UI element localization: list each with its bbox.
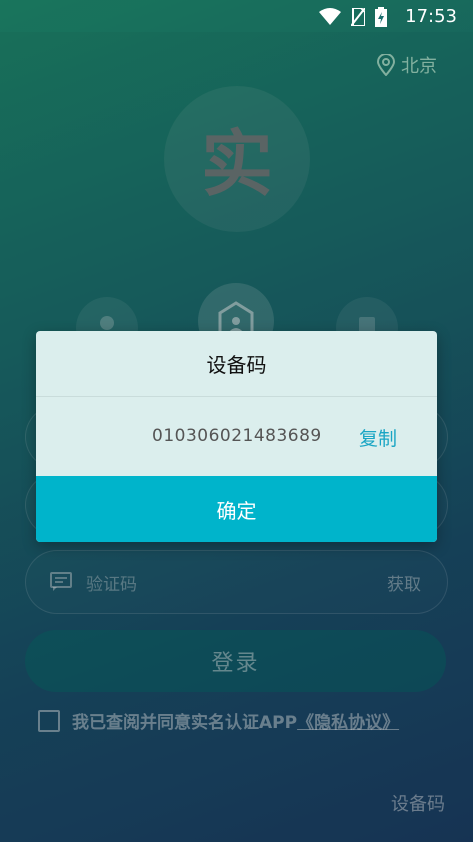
no-sim-icon <box>351 8 365 26</box>
status-icons <box>319 7 387 27</box>
copy-button[interactable]: 复制 <box>359 424 397 451</box>
device-code-dialog: 设备码 010306021483689 复制 确定 <box>36 331 437 542</box>
battery-icon <box>375 7 387 27</box>
dialog-title: 设备码 <box>36 331 437 397</box>
confirm-button[interactable]: 确定 <box>36 476 437 542</box>
wifi-icon <box>319 8 341 25</box>
status-bar <box>0 0 473 32</box>
status-time: 17:53 <box>405 6 457 27</box>
device-code-value: 010306021483689 <box>152 426 322 446</box>
